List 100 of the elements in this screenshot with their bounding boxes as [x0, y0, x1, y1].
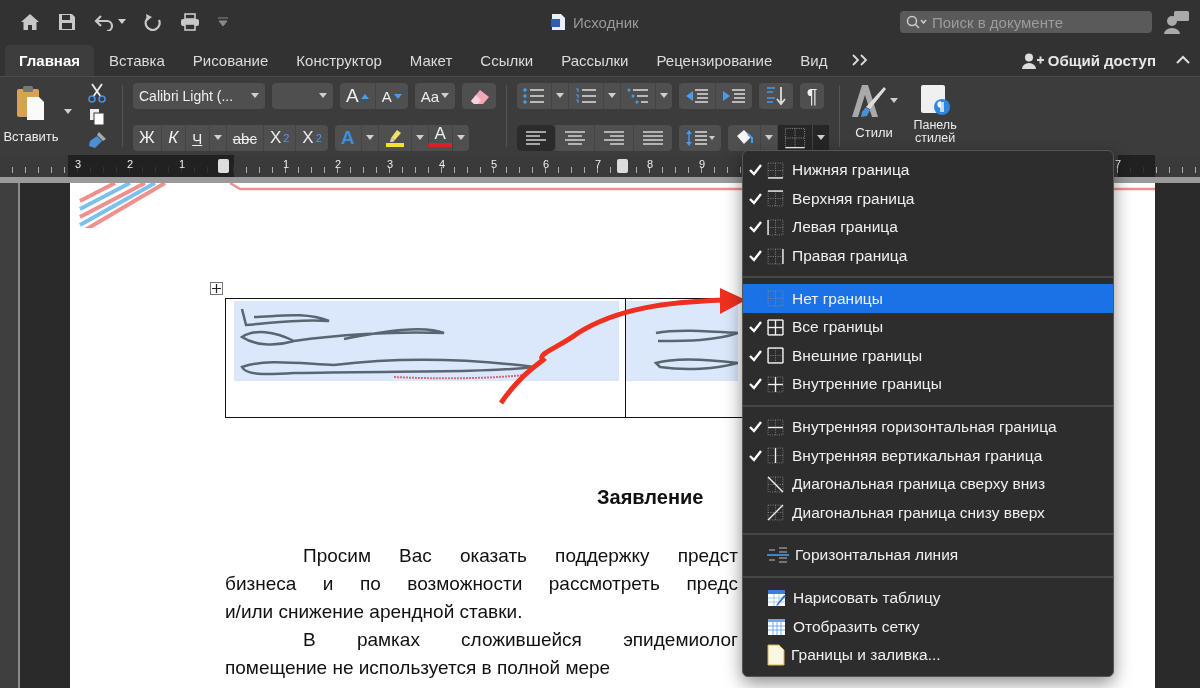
strikethrough-button[interactable]: abc [225, 125, 263, 151]
ruler-number: 7 [1115, 158, 1122, 170]
checkmark-icon [749, 449, 762, 462]
menu-item[interactable]: Внутренняя горизонтальная граница [743, 412, 1113, 442]
more-tabs-icon[interactable] [852, 54, 869, 66]
paragraph-line: В рамках сложившейся эпидемиолог [302, 628, 738, 652]
grid-icon [767, 617, 787, 636]
document-heading: Заявление [597, 485, 704, 510]
menu-item[interactable]: Горизонтальная линия [743, 541, 1113, 570]
checkmark-icon [749, 378, 762, 391]
menu-item[interactable]: Отобразить сетку [743, 612, 1113, 641]
menu-item[interactable]: Внутренние границы [743, 370, 1113, 399]
menu-item[interactable]: Внешние границы [743, 341, 1113, 371]
caret-icon [890, 98, 899, 104]
menu-item[interactable]: Нарисовать таблицу [743, 583, 1113, 613]
checkmark-icon [749, 164, 762, 177]
ribbon-tab[interactable]: Вставка [96, 45, 178, 76]
inside-vertical-border-icon [767, 447, 784, 465]
ruler-number: 3 [75, 158, 82, 170]
menu-item[interactable]: Правая граница [743, 241, 1113, 271]
show-formatting-button[interactable]: ¶ [800, 83, 825, 109]
borders-options-button[interactable] [812, 125, 830, 151]
copy-icon[interactable] [89, 108, 105, 126]
underline-button[interactable]: Ч [184, 125, 209, 151]
change-case-button[interactable]: Aa [414, 83, 456, 109]
font-color-button[interactable]: A [427, 125, 452, 147]
scissors-icon[interactable] [88, 83, 106, 103]
share-button[interactable]: Общий доступ [1015, 45, 1162, 76]
bold-button[interactable]: Ж [133, 125, 161, 151]
ribbon-tab[interactable]: Конструктор [283, 45, 395, 76]
borders-button[interactable] [777, 125, 813, 151]
indent-marker-icon[interactable] [218, 159, 229, 173]
top-border-icon [767, 190, 784, 208]
grow-font-button[interactable]: A [340, 83, 375, 109]
styles-button[interactable]: Стили [850, 83, 899, 151]
format-painter-icon[interactable] [87, 131, 107, 149]
indent-marker-icon[interactable] [617, 159, 628, 173]
page-icon [767, 644, 785, 667]
ribbon-tab[interactable]: Главная [5, 45, 94, 76]
ruler-number: 5 [491, 158, 498, 170]
decrease-indent-icon [685, 88, 710, 104]
clipboard-icon [16, 85, 46, 121]
inside-horizontal-border-icon [767, 418, 784, 436]
menu-item[interactable]: Все границы [743, 312, 1113, 342]
ribbon-tab[interactable]: Ссылки [467, 45, 547, 76]
numbered-list-icon [575, 88, 598, 104]
caret-icon [365, 135, 374, 141]
ruler-number: 6 [543, 158, 550, 170]
ribbon-tab[interactable]: Вид [787, 45, 841, 76]
align-icon [643, 131, 664, 145]
home-icon[interactable] [20, 13, 40, 31]
caret-icon [660, 93, 669, 99]
menu-item[interactable]: Границы и заливка... [743, 640, 1113, 670]
customize-caret-icon[interactable] [218, 17, 228, 27]
feedback-icon[interactable] [1164, 10, 1190, 34]
ribbon-tab[interactable]: Макет [396, 45, 466, 76]
italic-button[interactable]: К [160, 125, 185, 151]
menu-item[interactable]: Нижняя граница [743, 156, 1113, 185]
undo-icon[interactable] [94, 13, 114, 31]
menu-item[interactable]: Левая граница [743, 213, 1113, 242]
caret-icon [441, 93, 450, 99]
menu-item[interactable]: Нет границы [743, 284, 1113, 313]
menu-item[interactable]: Внутренняя вертикальная граница [743, 441, 1113, 470]
ruler-number: 3 [387, 158, 394, 170]
caret-icon [817, 135, 826, 141]
font-name-field[interactable]: Calibri Light (... [133, 83, 265, 109]
paintbrush-icon [850, 83, 889, 119]
increase-indent-icon [722, 88, 747, 104]
sort-icon [765, 86, 788, 106]
print-icon[interactable] [180, 13, 200, 31]
styles-pane-icon [919, 83, 952, 117]
align-icon [526, 131, 547, 145]
checkmark-icon [749, 250, 762, 263]
paragraph-line: помещение не используется в полной мере [225, 656, 612, 680]
caret-icon [608, 93, 617, 99]
caret-icon [765, 135, 774, 141]
save-icon[interactable] [58, 13, 76, 31]
caret-icon [415, 135, 424, 141]
menu-item[interactable]: Диагональная граница снизу вверх [743, 498, 1113, 528]
paragraph-line: и/или снижение арендной ставки. [225, 600, 524, 624]
paste-button[interactable]: Вставить [0, 83, 62, 151]
menu-item[interactable]: Верхняя граница [743, 184, 1113, 214]
caret-icon [118, 19, 126, 25]
ribbon-tab[interactable]: Рассылки [548, 45, 642, 76]
align-button[interactable] [517, 125, 556, 151]
styles-pane-button[interactable]: Панель стилей [910, 83, 961, 151]
ribbon-tab[interactable]: Рецензирование [643, 45, 786, 76]
bullet-list-icon [523, 88, 546, 104]
font-size-field[interactable] [272, 83, 333, 109]
bottom-border-icon [784, 127, 807, 149]
table-move-handle-icon[interactable] [210, 282, 223, 295]
paint-bucket-icon [734, 129, 755, 147]
redo-icon[interactable] [144, 13, 162, 31]
collapse-ribbon-icon[interactable] [1176, 55, 1190, 65]
search-field[interactable]: Поиск в документе [900, 11, 1152, 33]
shrink-font-button[interactable]: A [374, 83, 408, 109]
ruler-number: 7 [595, 158, 602, 170]
diagonal-down-border-icon [767, 475, 784, 493]
menu-item[interactable]: Диагональная граница сверху вниз [743, 469, 1113, 499]
ribbon-tab[interactable]: Рисование [179, 45, 282, 76]
